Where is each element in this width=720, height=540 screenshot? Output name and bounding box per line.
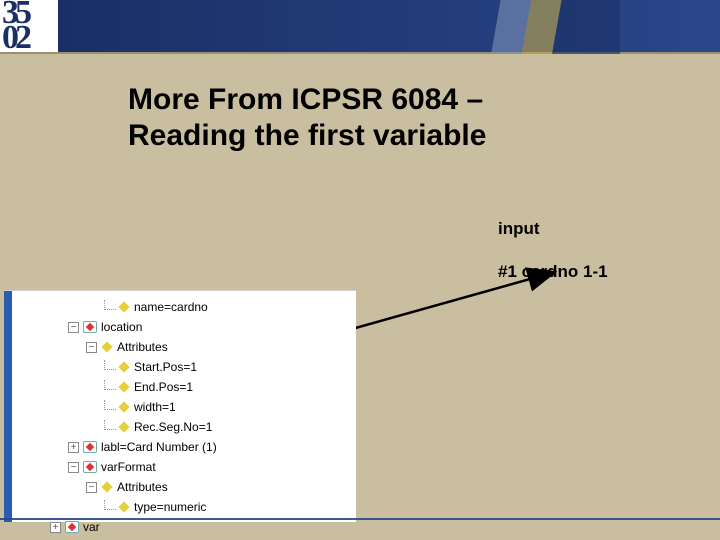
tree-node[interactable]: − Attributes [86, 337, 217, 357]
title-line-1: More From ICPSR 6084 – [128, 83, 483, 116]
footer-rule [0, 518, 720, 520]
collapse-icon[interactable]: − [86, 482, 97, 493]
element-icon [83, 441, 97, 453]
tree-line [104, 380, 116, 390]
attribute-icon [101, 341, 112, 352]
label-input: input [498, 219, 540, 239]
node-label: Rec.Seg.No=1 [134, 420, 212, 434]
tree-node[interactable]: − Attributes [86, 477, 217, 497]
tree-node[interactable]: + labl=Card Number (1) [68, 437, 217, 457]
tree-line [104, 300, 116, 310]
node-label: Attributes [117, 340, 168, 354]
scroll-edge [4, 291, 12, 522]
attribute-icon [118, 501, 129, 512]
tree-node[interactable]: + var [50, 517, 217, 537]
logo: 35 02 [2, 0, 58, 48]
tree-leaf[interactable]: type=numeric [104, 497, 217, 517]
tree-node[interactable]: − varFormat [68, 457, 217, 477]
node-label: Start.Pos=1 [134, 360, 197, 374]
tree-leaf[interactable]: Start.Pos=1 [104, 357, 217, 377]
attribute-icon [118, 381, 129, 392]
header-bar: 35 02 [0, 0, 720, 54]
element-icon [83, 321, 97, 333]
node-label: varFormat [101, 460, 156, 474]
collapse-icon[interactable]: − [68, 322, 79, 333]
logo-bottom: 02 [2, 26, 58, 50]
expand-icon[interactable]: + [68, 442, 79, 453]
title-line-2: Reading the first variable [128, 119, 486, 152]
node-label: Attributes [117, 480, 168, 494]
tree-leaf[interactable]: name=cardno [104, 297, 217, 317]
node-label: width=1 [134, 400, 176, 414]
node-label: location [101, 320, 142, 334]
tree-line [104, 420, 116, 430]
node-label: var [83, 520, 100, 534]
xml-tree: name=cardno − location − Attributes Star… [32, 297, 217, 537]
tree-leaf[interactable]: Rec.Seg.No=1 [104, 417, 217, 437]
collapse-icon[interactable]: − [68, 462, 79, 473]
tree-line [104, 500, 116, 510]
collapse-icon[interactable]: − [86, 342, 97, 353]
element-icon [65, 521, 79, 533]
tree-line [104, 400, 116, 410]
attribute-icon [118, 301, 129, 312]
attribute-icon [101, 481, 112, 492]
node-label: End.Pos=1 [134, 380, 193, 394]
tree-leaf[interactable]: End.Pos=1 [104, 377, 217, 397]
tree-node[interactable]: − location [68, 317, 217, 337]
tree-leaf[interactable]: width=1 [104, 397, 217, 417]
node-label: labl=Card Number (1) [101, 440, 217, 454]
attribute-icon [118, 401, 129, 412]
ribbon-accent [460, 0, 620, 54]
node-label: type=numeric [134, 500, 206, 514]
expand-icon[interactable]: + [50, 522, 61, 533]
attribute-icon [118, 361, 129, 372]
node-label: name=cardno [134, 300, 208, 314]
element-icon [83, 461, 97, 473]
xml-tree-panel: name=cardno − location − Attributes Star… [4, 290, 356, 522]
attribute-icon [118, 421, 129, 432]
tree-line [104, 360, 116, 370]
slide-title: More From ICPSR 6084 – Reading the first… [128, 82, 648, 154]
